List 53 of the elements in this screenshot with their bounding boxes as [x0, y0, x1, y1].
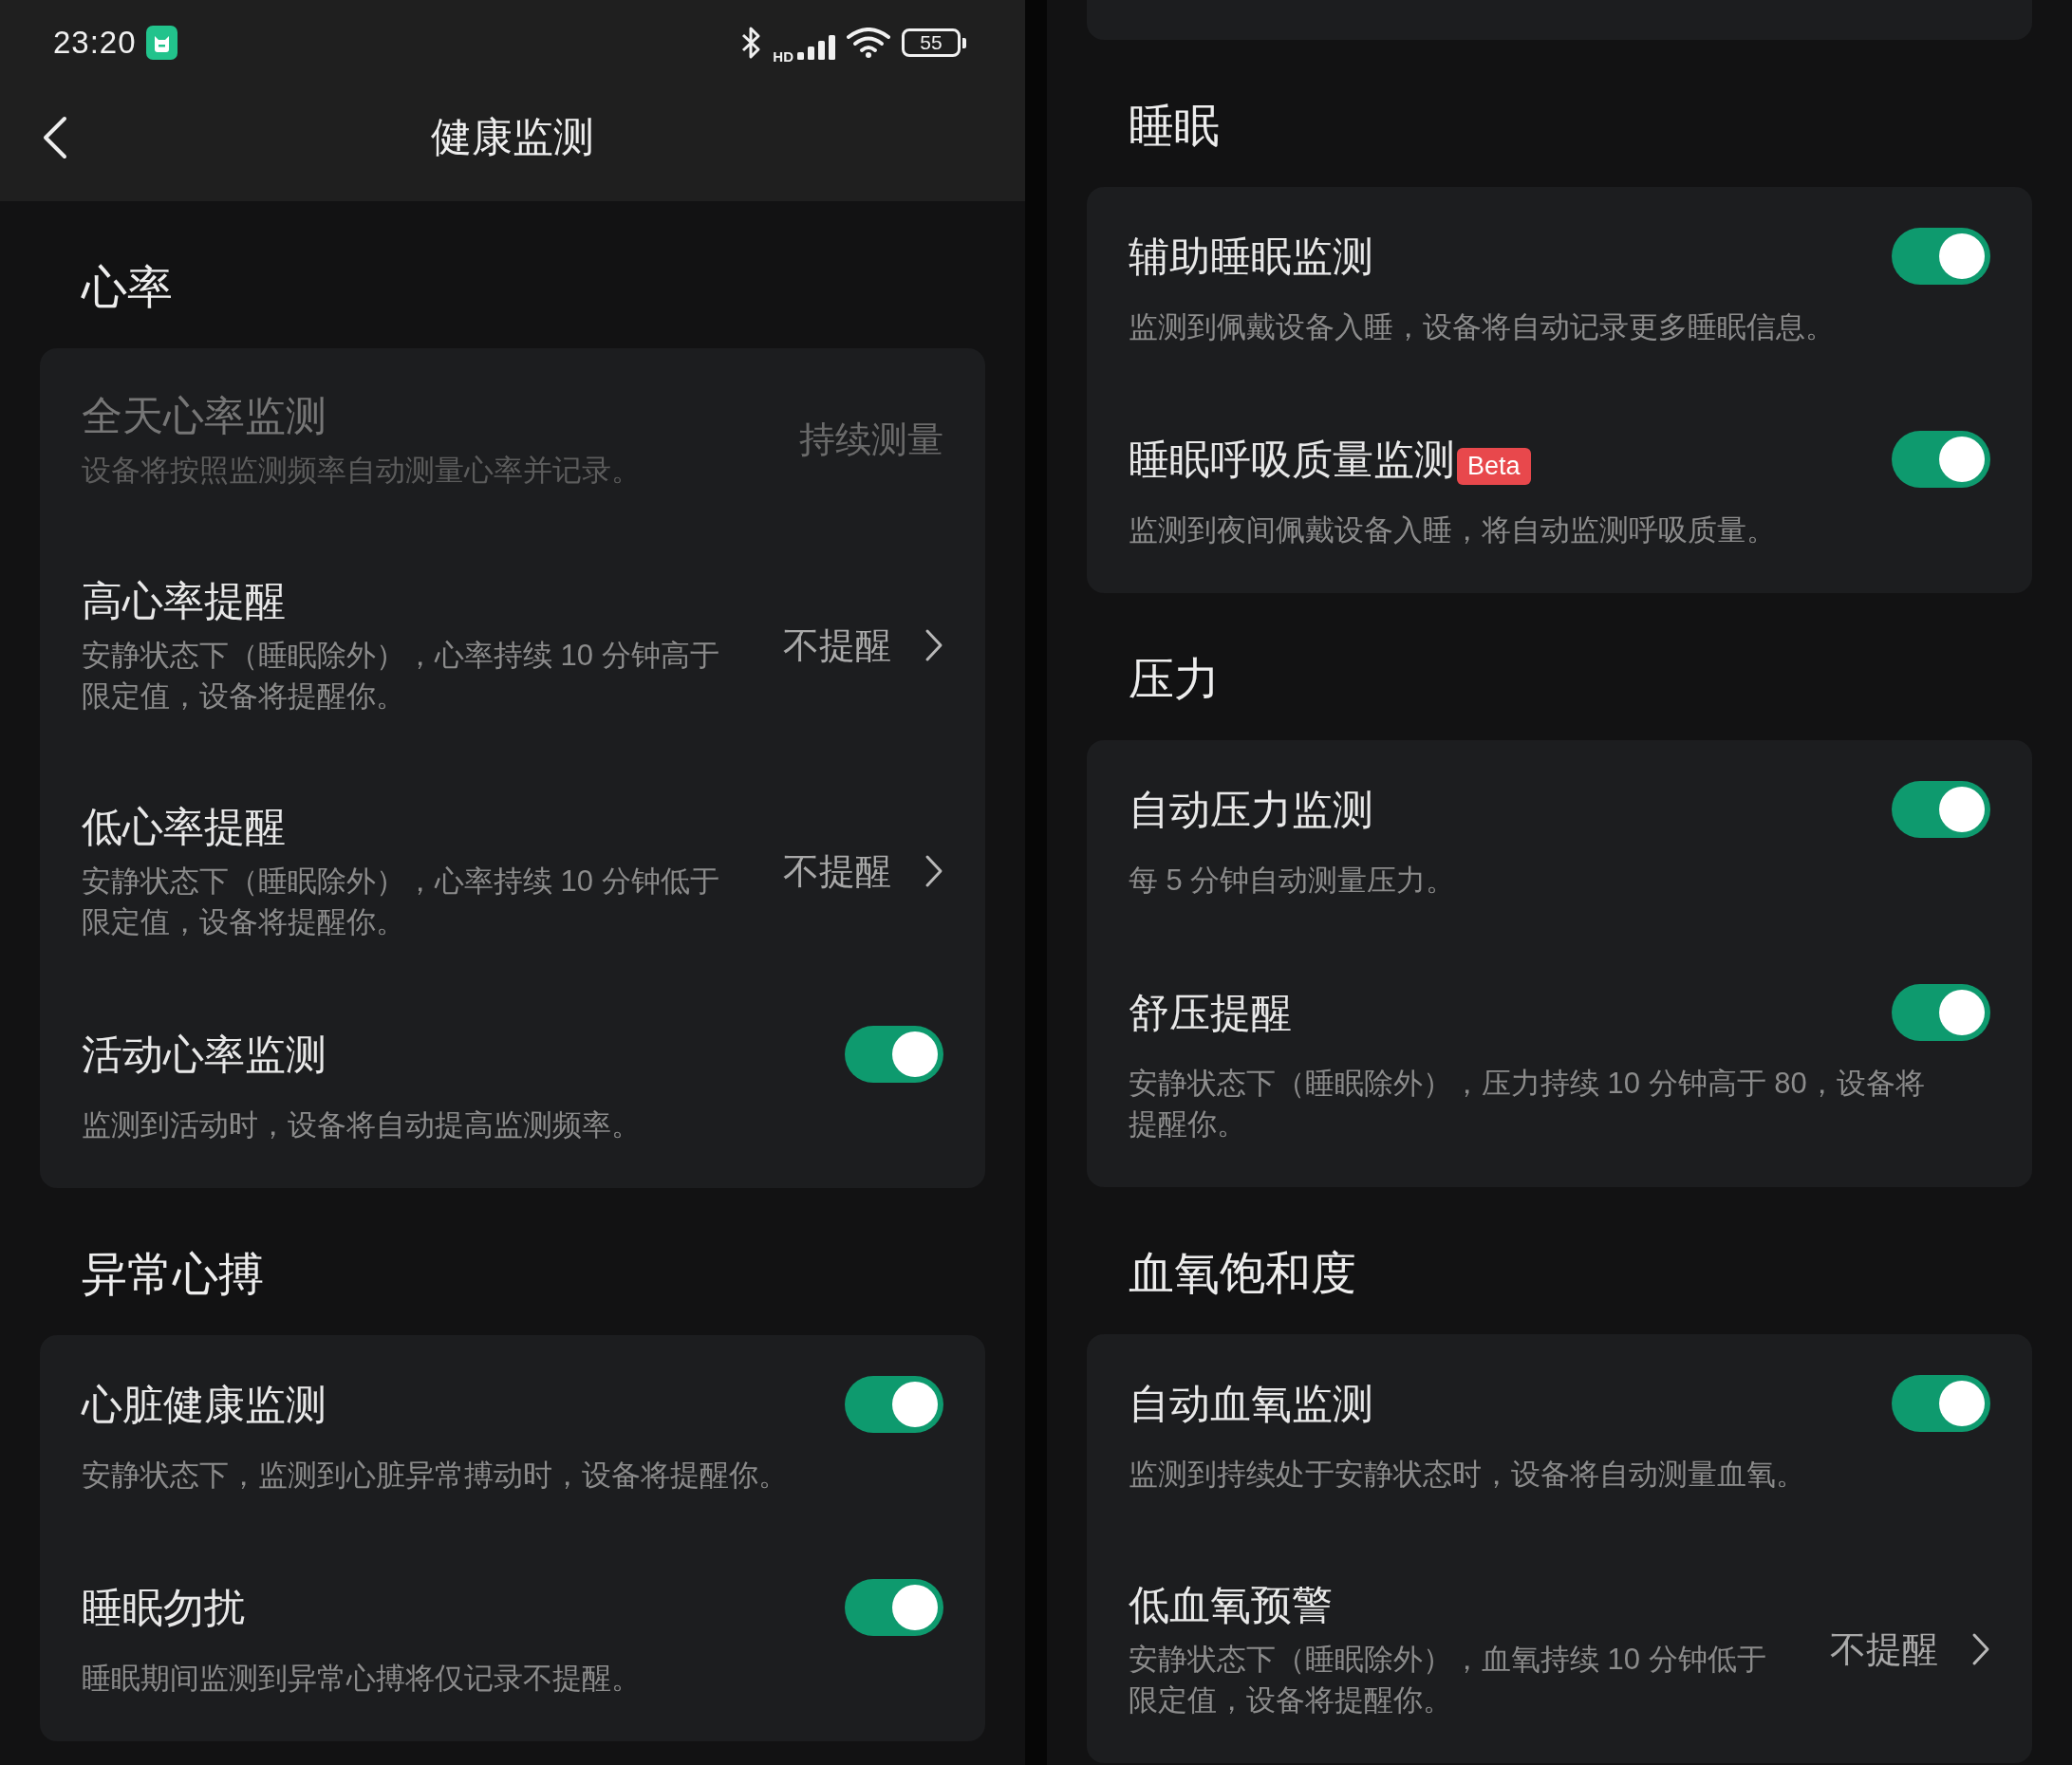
setting-title: 自动血氧监测: [1129, 1380, 1373, 1428]
back-icon[interactable]: [43, 116, 67, 159]
wifi-icon: [847, 28, 890, 58]
toggle-switch[interactable]: [845, 1579, 943, 1636]
notification-app-icon: [145, 26, 177, 60]
setting-description: 监测到佩戴设备入睡，设备将自动记录更多睡眠信息。: [1129, 309, 1836, 345]
setting-description: 监测到夜间佩戴设备入睡，将自动监测呼吸质量。: [1129, 512, 1777, 548]
toggle-switch[interactable]: [1892, 1375, 1990, 1432]
setting-title: 低心率提醒: [82, 803, 286, 851]
setting-title: 睡眠呼吸质量监测: [1129, 436, 1455, 484]
setting-value: 不提醒: [783, 623, 891, 667]
setting-description: 安静状态下，监测到心脏异常搏动时，设备将提醒你。: [82, 1458, 789, 1494]
setting-description: 安静状态下（睡眠除外），心率持续 10 分钟低于限定值，设备将提醒你。: [82, 864, 720, 940]
setting-value: 持续测量: [799, 418, 943, 461]
setting-description: 监测到活动时，设备将自动提高监测频率。: [82, 1107, 642, 1143]
chevron-right-icon[interactable]: [1971, 1632, 1990, 1666]
setting-description: 每 5 分钟自动测量压力。: [1129, 863, 1457, 899]
setting-description: 监测到持续处于安静状态时，设备将自动测量血氧。: [1129, 1457, 1806, 1493]
setting-title: 睡眠勿扰: [82, 1584, 245, 1632]
setting-description: 安静状态下（睡眠除外），压力持续 10 分钟高于 80，设备将提醒你。: [1129, 1066, 1926, 1143]
battery-percentage: 55: [920, 32, 943, 53]
toggle-switch[interactable]: [1892, 228, 1990, 285]
status-time: 23:20: [53, 25, 137, 61]
setting-title: 低血氧预警: [1129, 1581, 1333, 1629]
beta-badge: Beta: [1457, 447, 1531, 485]
toggle-switch[interactable]: [1892, 431, 1990, 488]
setting-description: 设备将按照监测频率自动测量心率并记录。: [82, 453, 642, 489]
chevron-right-icon[interactable]: [924, 628, 943, 662]
signal-icon: [797, 35, 835, 60]
setting-title: 自动压力监测: [1129, 786, 1373, 834]
toggle-switch[interactable]: [845, 1026, 943, 1083]
setting-title: 活动心率监测: [82, 1031, 327, 1079]
setting-title: 辅助睡眠监测: [1129, 232, 1373, 281]
section-title: 异常心搏: [82, 1248, 264, 1301]
setting-title: 全天心率监测: [82, 392, 327, 440]
section-title: 心率: [82, 261, 173, 314]
setting-title: 高心率提醒: [82, 577, 286, 625]
setting-value: 不提醒: [783, 849, 891, 893]
setting-title: 心脏健康监测: [82, 1381, 327, 1429]
toggle-switch[interactable]: [1892, 984, 1990, 1041]
network-type-label: HD: [773, 48, 793, 64]
setting-value: 不提醒: [1830, 1627, 1938, 1671]
section-title: 压力: [1129, 653, 1220, 706]
section-title: 睡眠: [1129, 100, 1220, 153]
setting-description: 安静状态下（睡眠除外），心率持续 10 分钟高于限定值，设备将提醒你。: [82, 638, 720, 715]
toggle-switch[interactable]: [845, 1376, 943, 1433]
setting-description: 安静状态下（睡眠除外），血氧持续 10 分钟低于限定值，设备将提醒你。: [1129, 1642, 1767, 1719]
setting-description: 睡眠期间监测到异常心搏将仅记录不提醒。: [82, 1661, 642, 1697]
section-title: 血氧饱和度: [1129, 1247, 1356, 1300]
setting-title: 舒压提醒: [1129, 989, 1292, 1037]
page-title: 健康监测: [431, 113, 594, 161]
toggle-switch[interactable]: [1892, 781, 1990, 838]
chevron-right-icon[interactable]: [924, 854, 943, 888]
